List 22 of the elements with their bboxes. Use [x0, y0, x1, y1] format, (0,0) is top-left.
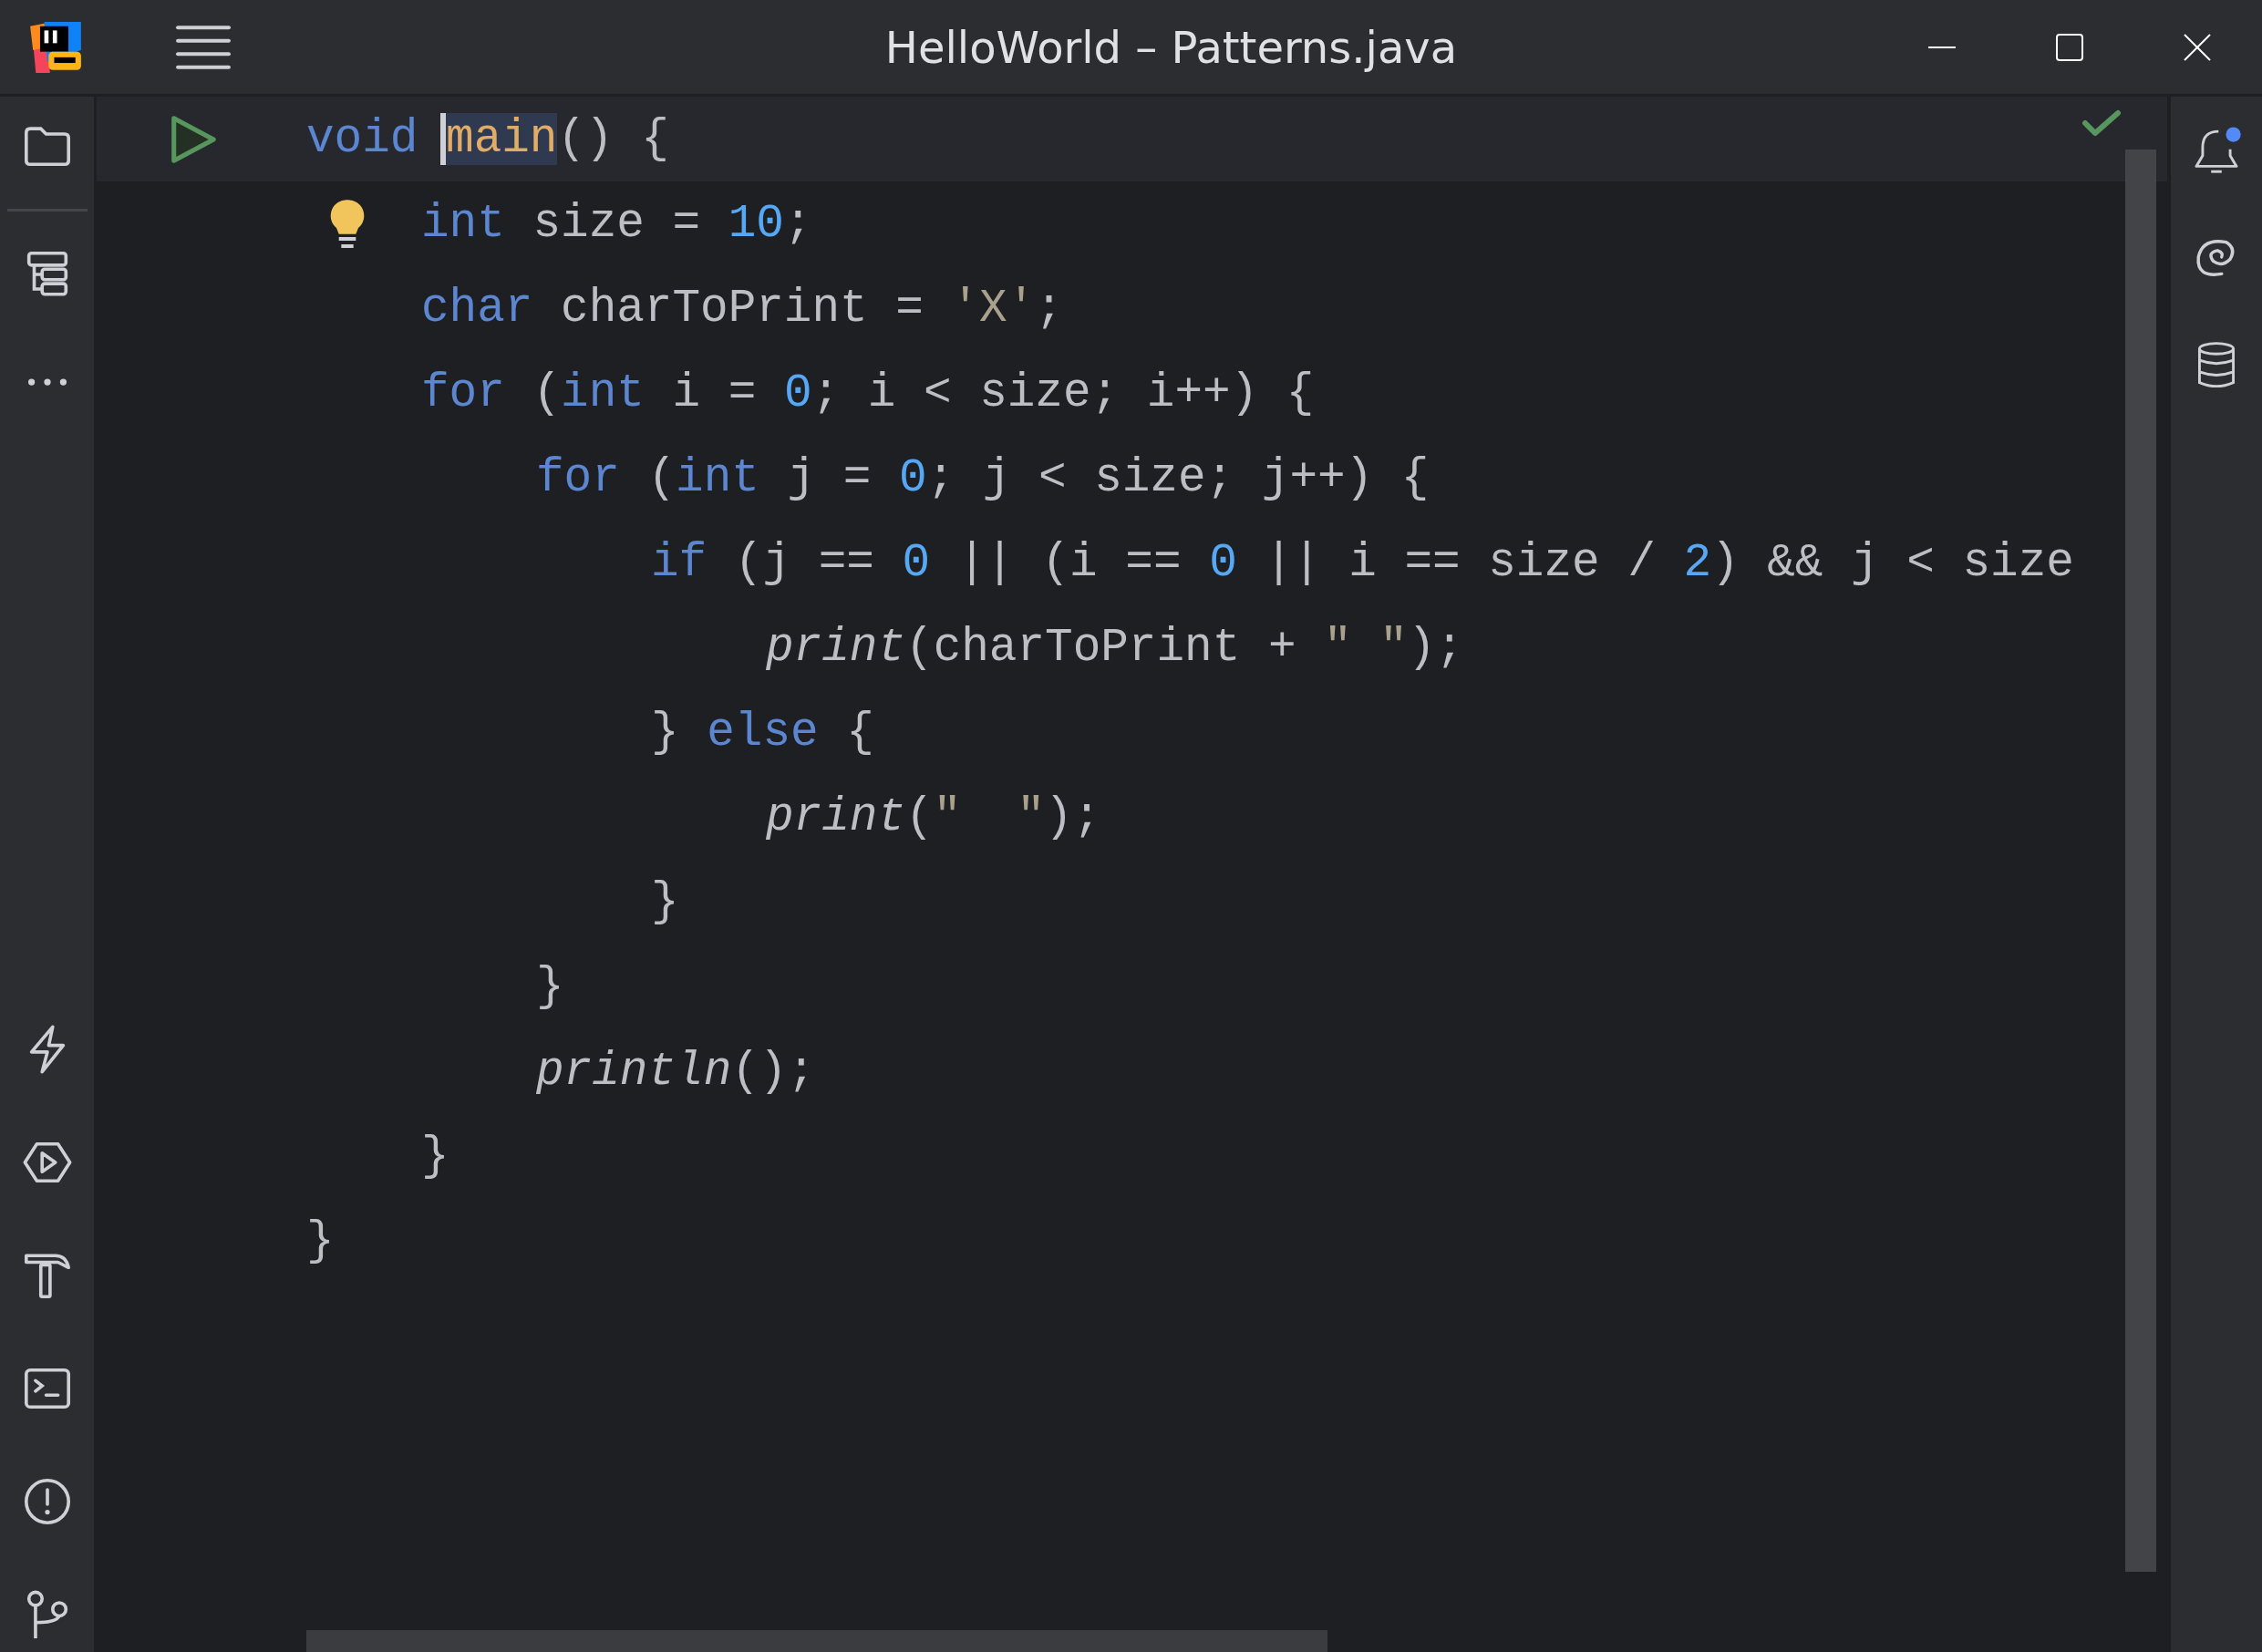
code-line: } — [421, 1131, 449, 1182]
lightbulb-icon[interactable] — [329, 198, 366, 250]
code-line: int size = 10; — [421, 198, 812, 250]
scrollbar[interactable] — [2125, 150, 2156, 1572]
close-icon[interactable] — [2184, 33, 2211, 61]
scrollbar[interactable] — [306, 1630, 1327, 1652]
code-line: println(); — [536, 1046, 816, 1098]
code-line: print(" "); — [766, 791, 1101, 843]
code-line: print(charToPrint + " "); — [766, 622, 1464, 674]
code-line: } — [306, 1215, 335, 1267]
code-line: for (int j = 0; j < size; j++) { — [536, 452, 1430, 504]
check-icon[interactable] — [2081, 109, 2122, 139]
code-line: if (j == 0 || (i == 0 || i == size / 2) && j < size — [651, 537, 2074, 589]
window-title: HelloWorld – Patterns.java — [883, 21, 1459, 73]
code-line: } else { — [651, 707, 874, 759]
code-line: } — [651, 876, 679, 928]
code-line: for (int i = 0; i < size; i++) { — [421, 367, 1315, 419]
maximize-icon[interactable] — [2056, 33, 2083, 61]
menu-icon[interactable] — [175, 23, 232, 71]
code-line: } — [536, 961, 564, 1013]
code-line: char charToPrint = 'X'; — [421, 283, 1063, 335]
code-line: void main() { — [306, 113, 669, 165]
